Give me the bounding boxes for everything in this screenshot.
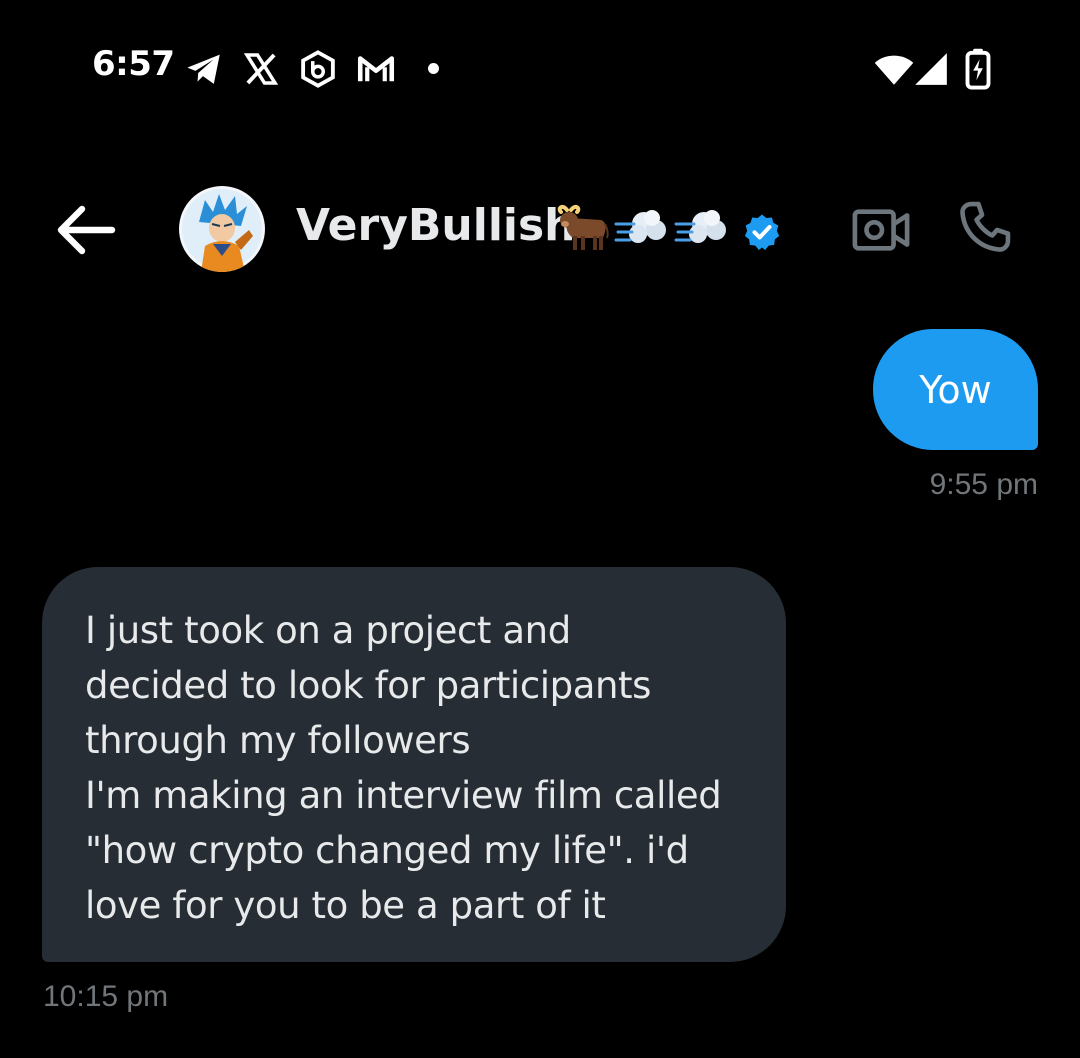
sent-message-text: Yow: [919, 367, 992, 412]
video-call-button[interactable]: [852, 206, 910, 254]
voice-call-button[interactable]: [956, 198, 1014, 256]
battery-charging-icon: [962, 48, 994, 90]
signal-icon: [912, 48, 950, 90]
status-bar: 6:57: [0, 0, 1080, 130]
sent-message-time: 9:55 pm: [929, 468, 1038, 501]
contact-name[interactable]: VeryBullish: [296, 200, 576, 251]
dash-emoji: [614, 202, 670, 254]
back-button[interactable]: [56, 204, 116, 256]
sent-message-bubble[interactable]: Yow: [873, 329, 1038, 450]
received-message-text: I just took on a project and decided to …: [85, 609, 722, 927]
x-icon: [240, 48, 282, 90]
received-message-time: 10:15 pm: [43, 980, 169, 1013]
gmail-icon: [355, 48, 397, 90]
received-message-bubble[interactable]: I just took on a project and decided to …: [42, 567, 786, 962]
wifi-icon: [872, 48, 916, 90]
ox-emoji: [553, 202, 609, 254]
notification-dot: [428, 63, 439, 74]
conversation-header: VeryBullish: [0, 170, 1080, 290]
verified-badge-icon: [742, 212, 782, 252]
phone-icon: [960, 201, 1011, 252]
bybit-icon: [297, 48, 339, 90]
avatar[interactable]: [179, 186, 265, 272]
telegram-icon: [183, 48, 225, 90]
video-call-icon: [852, 209, 910, 251]
dash-emoji: [674, 202, 730, 254]
arrow-left-icon: [57, 205, 116, 255]
status-time: 6:57: [92, 44, 175, 84]
